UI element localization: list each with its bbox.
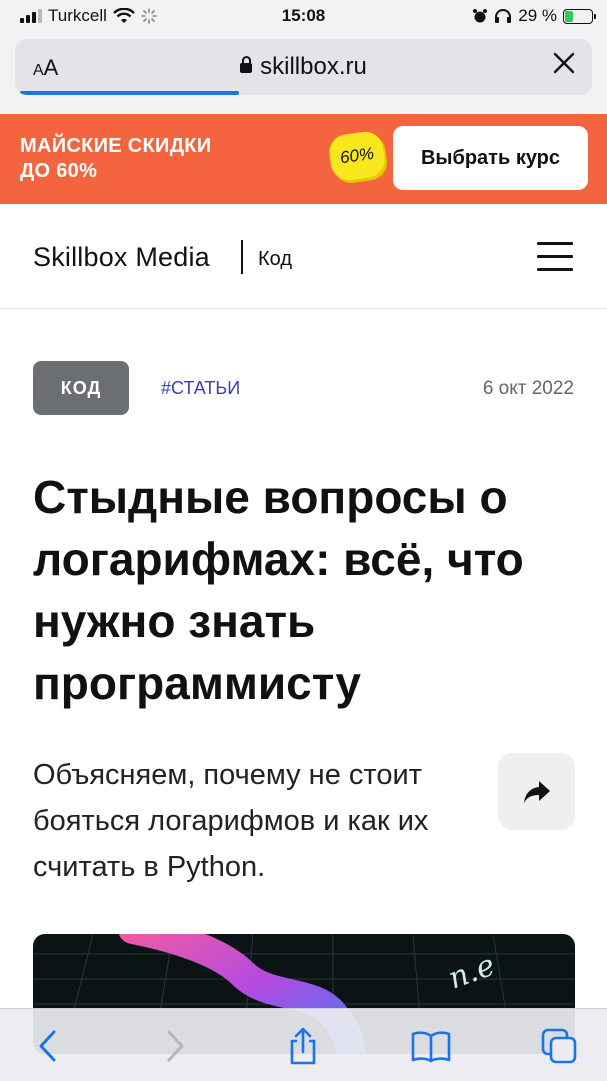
- publish-date: 6 окт 2022: [482, 378, 574, 399]
- back-icon: [39, 1030, 56, 1062]
- bookmarks-icon: [411, 1031, 451, 1063]
- battery-percent: 29 %: [518, 6, 557, 25]
- share-page-button[interactable]: [280, 1023, 326, 1069]
- lock-icon: [240, 56, 253, 73]
- share-icon: [290, 1027, 316, 1065]
- tabs-icon: [541, 1028, 577, 1064]
- choose-course-button[interactable]: Выбрать курс: [393, 126, 588, 190]
- share-article-button[interactable]: [498, 753, 575, 830]
- menu-line: [537, 268, 573, 271]
- section-link[interactable]: Код: [258, 248, 292, 271]
- status-bar: Turkcell 15:08 29 %: [0, 0, 607, 34]
- status-right: 29 %: [472, 6, 596, 26]
- page-load-progress: [20, 91, 240, 95]
- forward-button[interactable]: [153, 1023, 199, 1069]
- url-field[interactable]: skillbox.ru: [15, 53, 592, 81]
- menu-line: [537, 255, 573, 258]
- bookmarks-button[interactable]: [408, 1023, 454, 1069]
- stop-loading-button[interactable]: [552, 51, 576, 81]
- back-button[interactable]: [24, 1023, 70, 1069]
- battery-icon: [563, 8, 596, 24]
- article-title: Стыдные вопросы о логарифмах: всё, что н…: [33, 471, 524, 709]
- share-arrow-icon: [523, 780, 550, 803]
- battery-level: [565, 10, 574, 22]
- category-tag[interactable]: КОД: [33, 361, 129, 415]
- forward-icon: [167, 1030, 184, 1062]
- tabs-button[interactable]: [536, 1023, 582, 1069]
- close-icon: [553, 52, 575, 74]
- browser-toolbar: [0, 1008, 607, 1081]
- logo-divider: [241, 240, 243, 274]
- url-text: skillbox.ru: [260, 53, 367, 80]
- article-lead: Объясняем, почему не стоит бояться логар…: [33, 759, 429, 883]
- hashtag-link[interactable]: #СТАТЬИ: [161, 378, 240, 399]
- browser-chrome: AA skillbox.ru: [0, 34, 607, 114]
- menu-line: [537, 242, 573, 245]
- address-bar[interactable]: AA skillbox.ru: [15, 39, 592, 95]
- site-logo[interactable]: Skillbox Media: [33, 242, 210, 273]
- headphones-icon: [495, 9, 512, 23]
- cover-text-fragment: n.e: [444, 948, 500, 997]
- site-header: Skillbox Media Код: [0, 204, 607, 309]
- menu-button[interactable]: [537, 242, 573, 272]
- promo-text: МАЙСКИЕ СКИДКИ ДО 60%: [20, 135, 212, 182]
- alarm-icon: [473, 9, 488, 23]
